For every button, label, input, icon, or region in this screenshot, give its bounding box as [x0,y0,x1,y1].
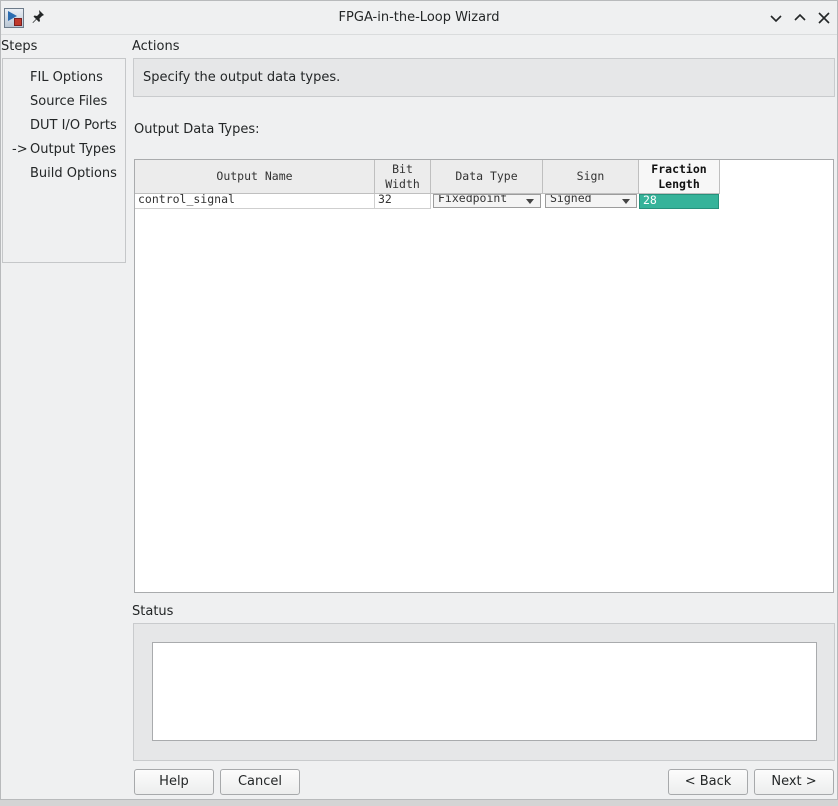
chevron-down-icon [770,15,782,23]
close-icon [818,12,830,24]
cancel-button[interactable]: Cancel [220,769,300,795]
close-button[interactable] [814,8,834,28]
steps-panel: FIL Options Source Files DUT I/O Ports -… [2,58,126,263]
sign-value: Signed [550,194,592,205]
column-header-fraction-length[interactable]: Fraction Length [639,160,720,194]
step-label: Build Options [30,166,117,181]
chevron-up-icon [794,13,806,21]
actions-panel: Specify the output data types. [133,58,835,97]
column-header-sign[interactable]: Sign [543,160,639,194]
status-text-area[interactable] [152,642,817,741]
sign-dropdown[interactable]: Signed [545,194,637,208]
cell-output-name: control_signal [138,194,235,206]
step-label: Source Files [30,94,108,109]
minimize-button[interactable] [766,8,786,28]
step-label: DUT I/O Ports [30,118,117,133]
table-row[interactable]: control_signal [135,194,375,209]
output-data-types-heading: Output Data Types: [134,122,260,137]
cell-fraction-length[interactable]: 28 [639,194,719,209]
step-label: FIL Options [30,70,103,85]
step-label: Output Types [30,142,116,157]
data-type-value: Fixedpoint [438,194,508,205]
actions-heading: Actions [132,39,180,54]
chevron-down-icon [526,199,534,204]
maximize-button[interactable] [790,8,810,28]
next-button[interactable]: Next > [754,769,834,795]
title-bar[interactable]: FPGA-in-the-Loop Wizard [1,1,837,35]
current-step-marker: -> [12,142,28,157]
window-title: FPGA-in-the-Loop Wizard [338,10,500,25]
back-button[interactable]: < Back [668,769,748,795]
output-types-table[interactable]: Output Name Bit Width Data Type Sign Fra… [134,159,834,593]
status-panel [133,623,835,761]
help-button[interactable]: Help [134,769,214,795]
data-type-dropdown[interactable]: Fixedpoint [433,194,541,208]
actions-instruction: Specify the output data types. [143,70,341,85]
cell-bit-width[interactable]: 32 [375,194,431,209]
cell-fraction-length-value: 28 [643,194,657,207]
wizard-window: FPGA-in-the-Loop Wizard Steps FIL Option… [0,0,838,800]
column-header-bit-width[interactable]: Bit Width [375,160,431,194]
cell-bit-width-value: 32 [378,194,392,206]
steps-heading: Steps [1,39,38,54]
status-heading: Status [132,604,174,619]
column-header-output-name[interactable]: Output Name [135,160,375,194]
chevron-down-icon [622,199,630,204]
column-header-data-type[interactable]: Data Type [431,160,543,194]
